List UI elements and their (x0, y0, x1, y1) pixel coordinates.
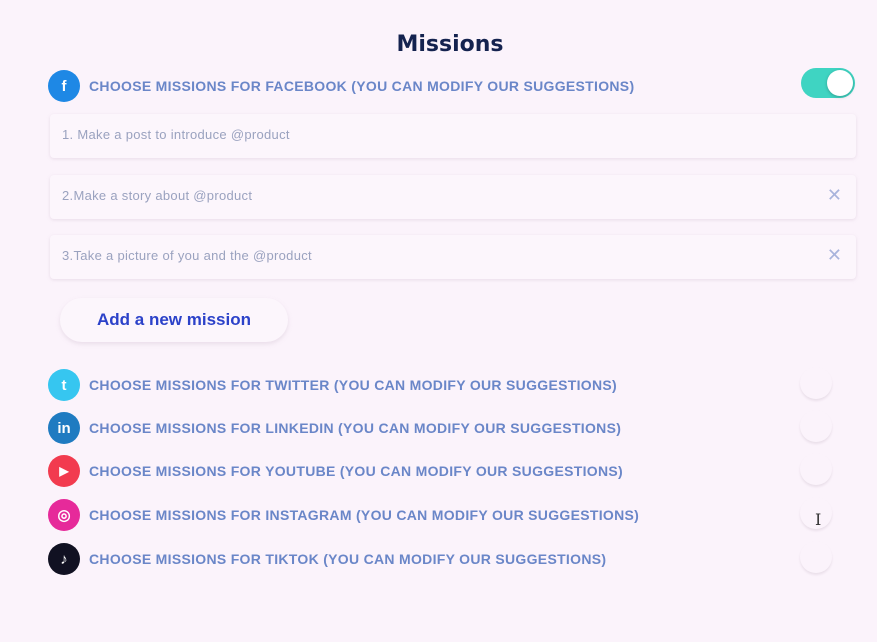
tiktok-icon: ♪ (48, 543, 80, 575)
network-label-tiktok: CHOOSE MISSIONS FOR TIKTOK (YOU CAN MODI… (89, 551, 607, 567)
network-label-linkedin: CHOOSE MISSIONS FOR LINKEDIN (YOU CAN MO… (89, 420, 622, 436)
add-mission-button[interactable]: Add a new mission (60, 298, 288, 342)
linkedin-icon: in (48, 412, 80, 444)
mission-item[interactable]: 1. Make a post to introduce @product (50, 114, 856, 158)
network-row-facebook: f CHOOSE MISSIONS FOR FACEBOOK (YOU CAN … (48, 69, 634, 103)
page-title: Missions (396, 32, 504, 57)
tiktok-toggle[interactable] (800, 541, 832, 573)
instagram-icon: ◎ (48, 499, 80, 531)
network-row-linkedin: in CHOOSE MISSIONS FOR LINKEDIN (YOU CAN… (48, 411, 621, 445)
youtube-icon: ▶ (48, 455, 80, 487)
youtube-toggle[interactable] (800, 453, 832, 485)
mission-text[interactable]: 2.Make a story about @product (62, 188, 252, 203)
text-cursor-icon: I (815, 510, 822, 529)
linkedin-toggle[interactable] (800, 410, 832, 442)
toggle-knob (827, 70, 853, 96)
facebook-icon: f (48, 70, 80, 102)
remove-mission-icon[interactable]: ✕ (827, 185, 842, 206)
network-row-tiktok: ♪ CHOOSE MISSIONS FOR TIKTOK (YOU CAN MO… (48, 542, 606, 576)
mission-item[interactable]: 3.Take a picture of you and the @product… (50, 235, 856, 279)
mission-text[interactable]: 3.Take a picture of you and the @product (62, 248, 312, 263)
network-row-instagram: ◎ CHOOSE MISSIONS FOR INSTAGRAM (YOU CAN… (48, 498, 639, 532)
facebook-toggle[interactable] (801, 68, 855, 98)
network-label-facebook: CHOOSE MISSIONS FOR FACEBOOK (YOU CAN MO… (89, 78, 635, 94)
network-label-instagram: CHOOSE MISSIONS FOR INSTAGRAM (YOU CAN M… (89, 507, 640, 523)
network-label-youtube: CHOOSE MISSIONS FOR YOUTUBE (YOU CAN MOD… (89, 463, 623, 479)
mission-item[interactable]: 2.Make a story about @product ✕ (50, 175, 856, 219)
remove-mission-icon[interactable]: ✕ (827, 245, 842, 266)
twitter-toggle[interactable] (800, 367, 832, 399)
twitter-icon: t (48, 369, 80, 401)
mission-text[interactable]: 1. Make a post to introduce @product (62, 127, 290, 142)
network-label-twitter: CHOOSE MISSIONS FOR TWITTER (YOU CAN MOD… (89, 377, 617, 393)
network-row-twitter: t CHOOSE MISSIONS FOR TWITTER (YOU CAN M… (48, 368, 617, 402)
network-row-youtube: ▶ CHOOSE MISSIONS FOR YOUTUBE (YOU CAN M… (48, 454, 623, 488)
